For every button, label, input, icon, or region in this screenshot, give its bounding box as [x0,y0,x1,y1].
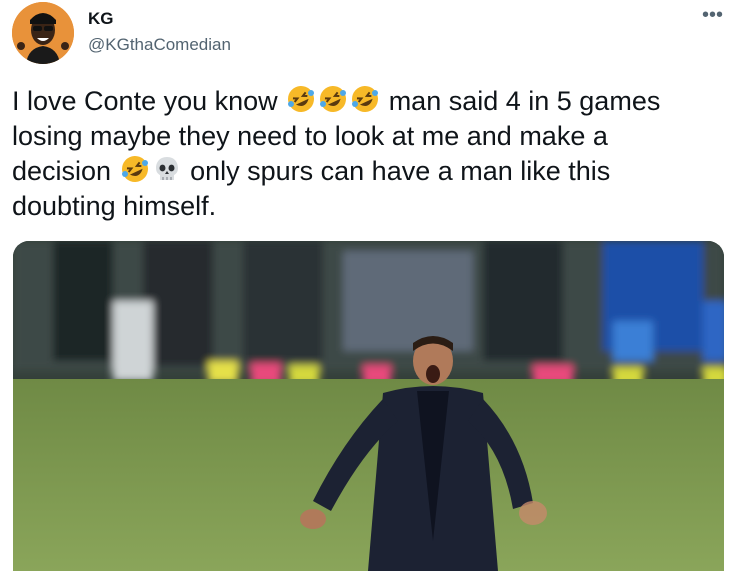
tweet-text-line2: losing maybe they need to look at me and… [12,121,608,151]
more-options-icon[interactable]: ••• [702,4,723,27]
rofl-emoji-icon [320,86,347,112]
rofl-emoji-icon [288,86,315,112]
tweet-text-line1b: man said 4 in 5 games [388,86,661,116]
tweet-text-line3a: decision [12,156,112,186]
tweet-text-line3b: only spurs can have a man like this [190,156,611,186]
skull-emoji-icon [155,157,178,180]
author-handle[interactable]: @KGthaComedian [88,35,231,55]
avatar-illustration [12,2,74,64]
rofl-emoji-icon [352,86,379,112]
avatar[interactable] [12,2,74,64]
tweet-media-image[interactable] [13,241,724,571]
media-photo [13,241,724,571]
rofl-emoji-icon [121,156,148,182]
author-name[interactable]: KG [88,9,114,29]
tweet-text: I love Conte you know man said 4 in 5 ga… [12,84,737,224]
tweet-text-line4: doubting himself. [12,191,217,221]
tweet-text-line1a: I love Conte you know [12,86,278,116]
